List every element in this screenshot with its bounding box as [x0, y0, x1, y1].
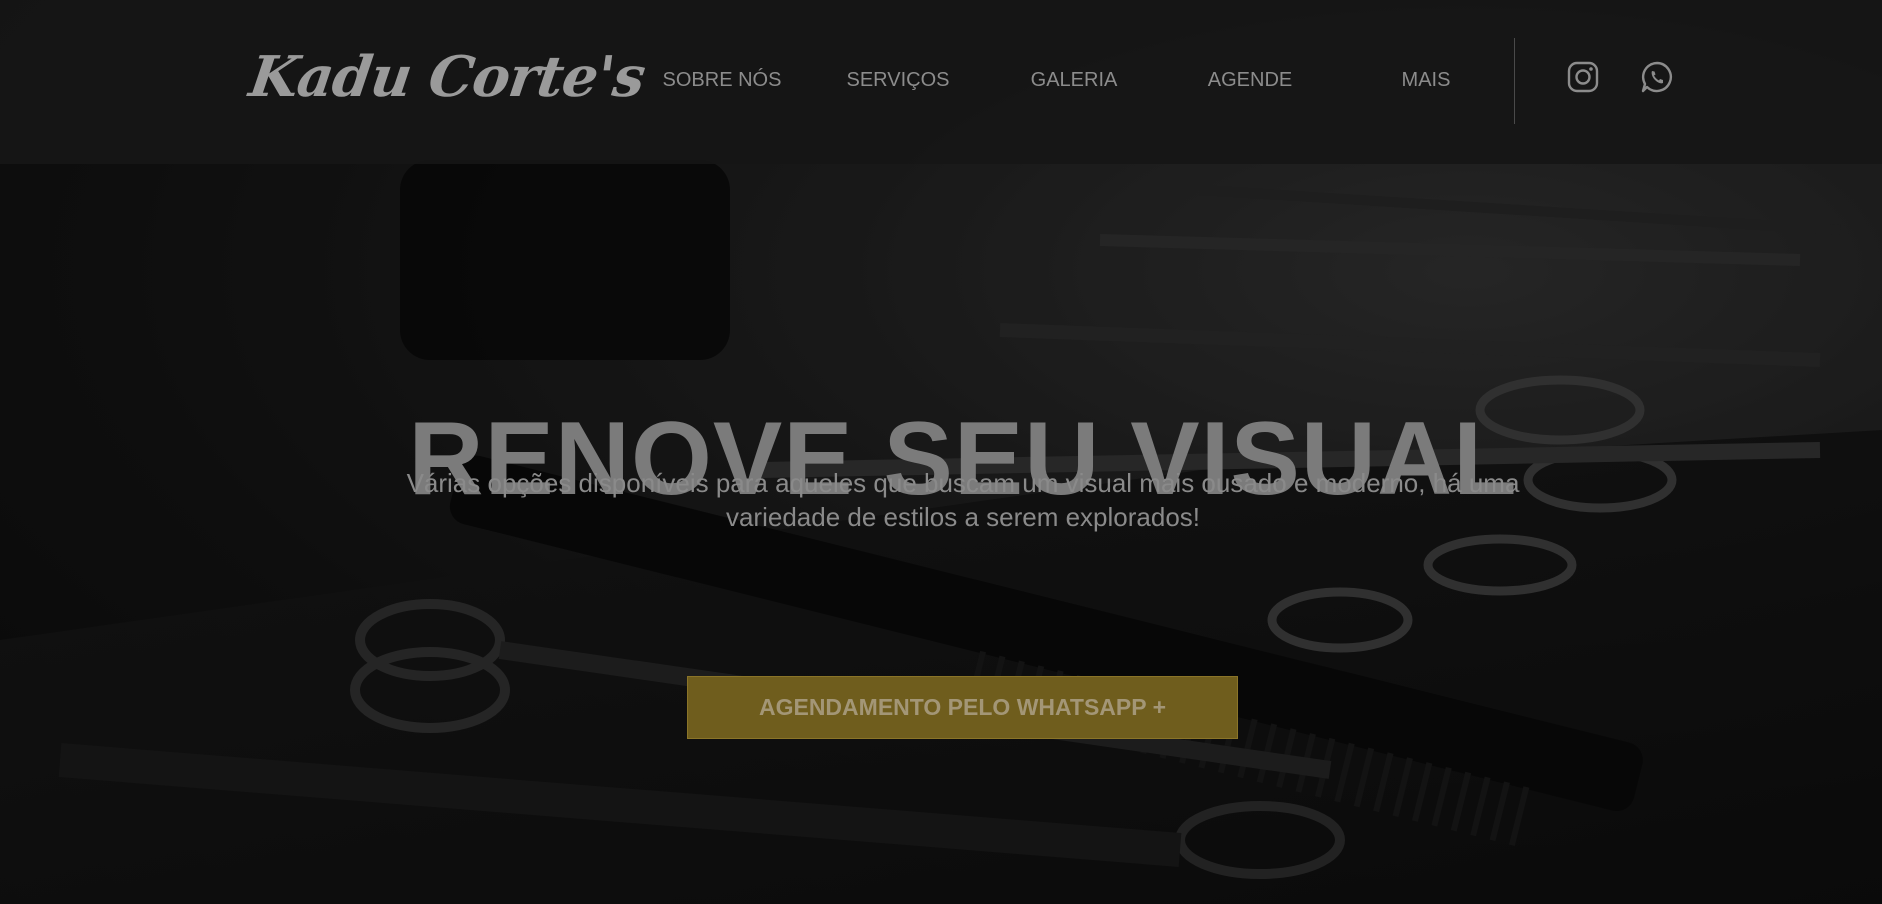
nav-item-agende[interactable]: AGENDE [1175, 69, 1325, 92]
whatsapp-icon[interactable] [1640, 60, 1674, 94]
nav-item-mais[interactable]: MAIS [1351, 69, 1501, 92]
site-header: Kadu Corte's SOBRE NÓS SERVIÇOS GALERIA … [0, 0, 1882, 164]
hero-subtitle: Várias opções disponíveis para aqueles q… [406, 468, 1520, 532]
brand-logo[interactable]: Kadu Corte's [245, 44, 648, 110]
nav-item-sobre-nos[interactable]: SOBRE NÓS [647, 69, 797, 92]
instagram-icon[interactable] [1566, 60, 1600, 94]
page: Kadu Corte's SOBRE NÓS SERVIÇOS GALERIA … [0, 0, 1882, 904]
nav-divider [1514, 38, 1515, 124]
nav-item-servicos[interactable]: SERVIÇOS [823, 69, 973, 92]
nav-item-galeria[interactable]: GALERIA [999, 69, 1149, 92]
whatsapp-booking-button[interactable]: AGENDAMENTO PELO WHATSAPP + [687, 676, 1238, 739]
